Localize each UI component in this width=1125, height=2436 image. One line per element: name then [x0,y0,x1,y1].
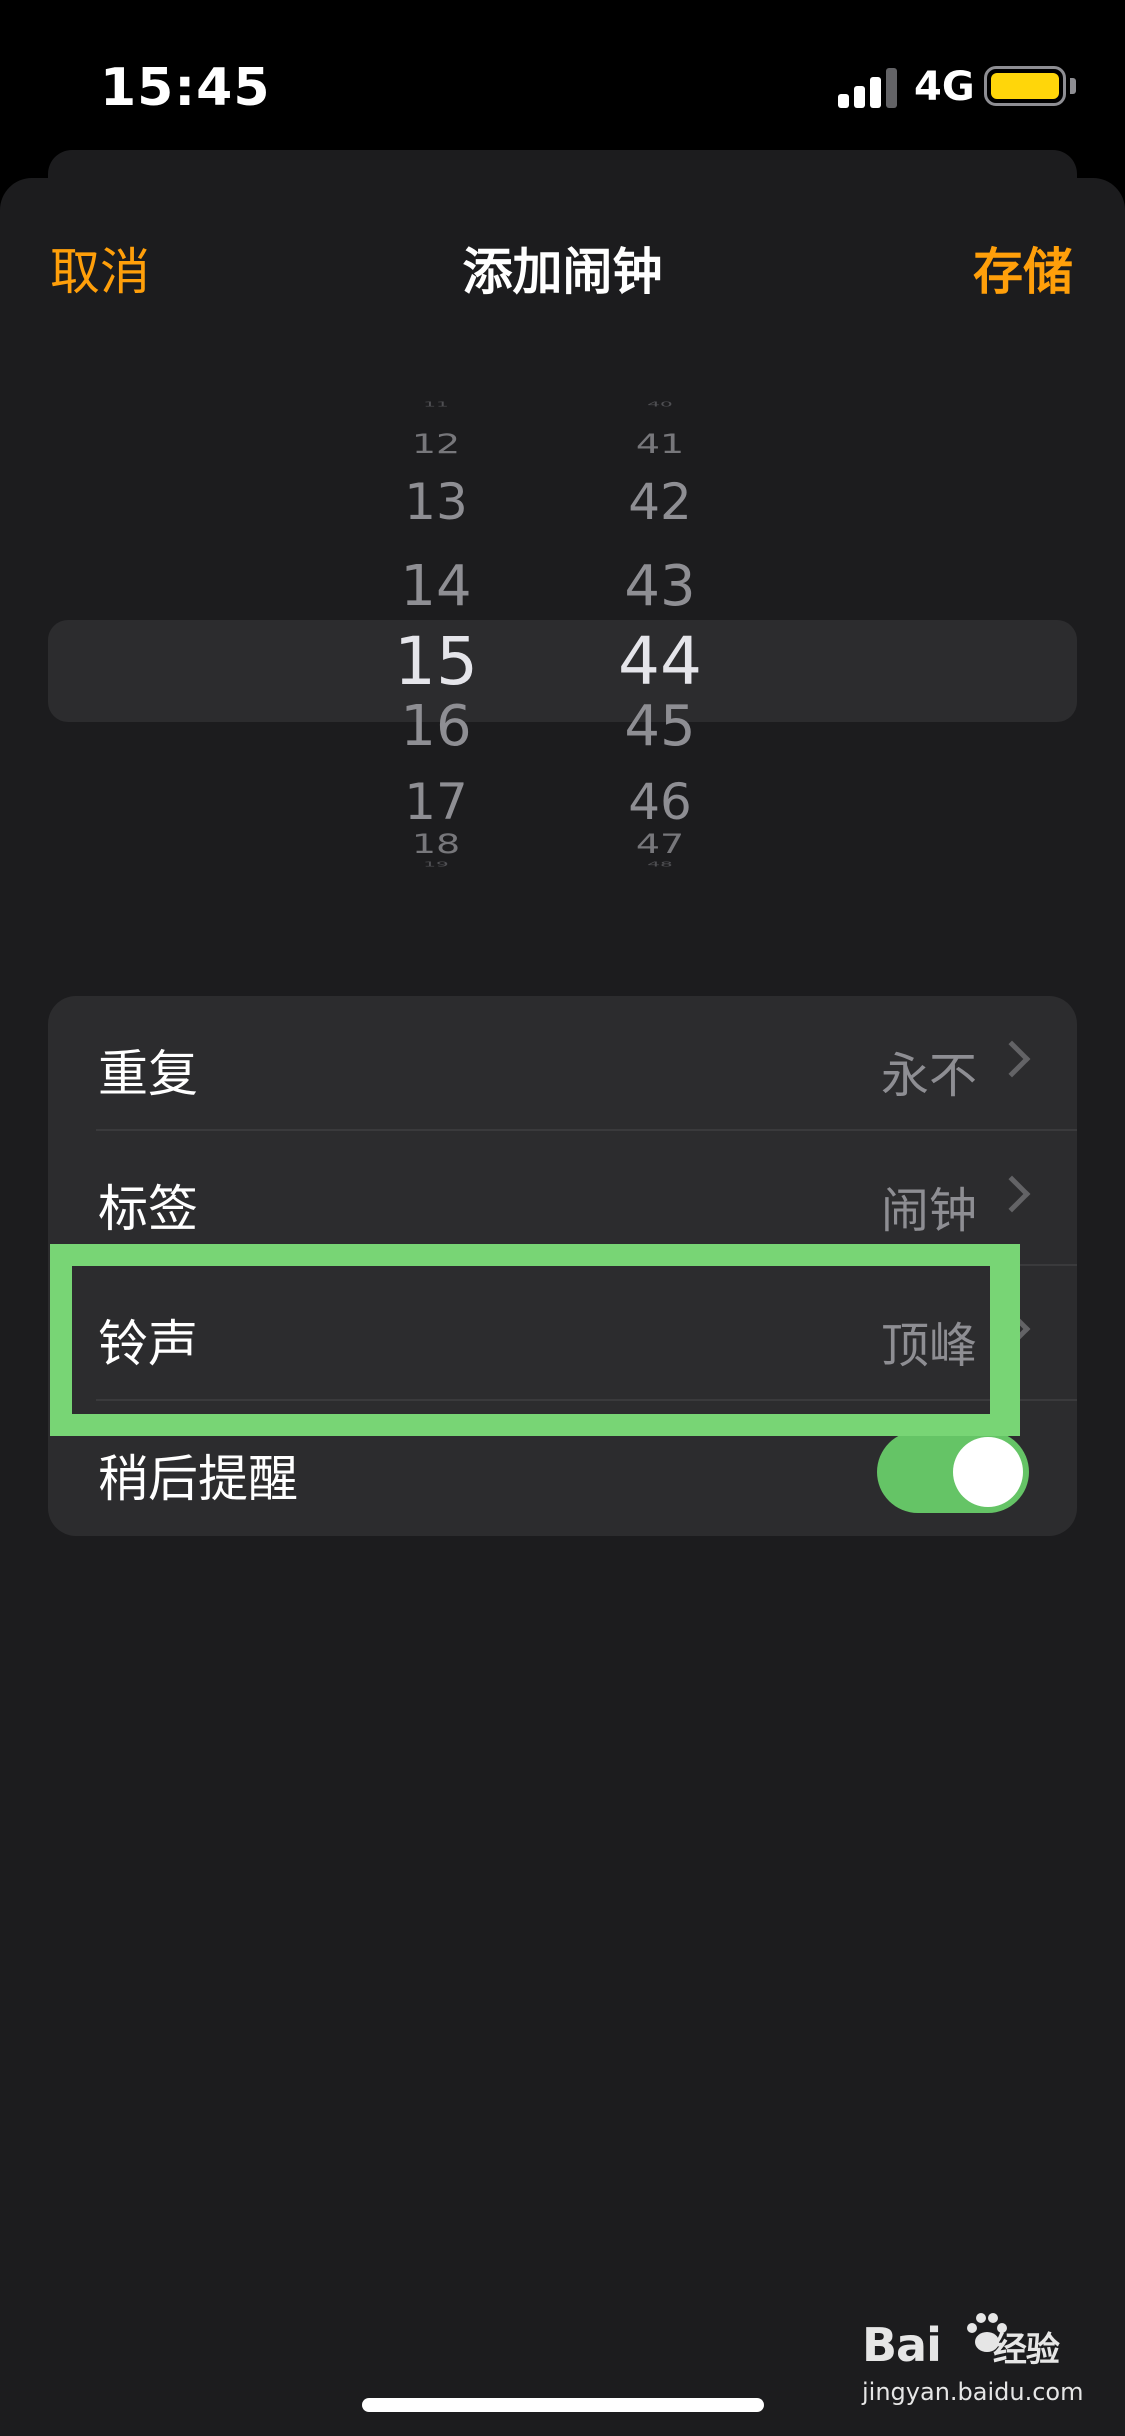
minute-picker[interactable]: 40 41 42 43 44 45 46 47 48 [580,400,740,940]
label-label: 标签 [98,1180,198,1238]
baidu-watermark: Bai 经验 jingyan.baidu.com [862,2313,1083,2410]
picker-minute-item[interactable]: 47 [580,829,740,860]
picker-hour-item[interactable]: 12 [356,429,516,460]
highlight-annotation-box [50,1244,1020,1436]
chevron-right-icon [993,1040,1031,1078]
battery-icon [984,66,1066,106]
cellular-signal-icon [838,66,898,108]
picker-minute-item[interactable]: 48 [580,860,740,868]
picker-hour-item[interactable]: 11 [356,400,516,408]
picker-minute-item[interactable]: 42 [580,472,740,532]
picker-hour-item[interactable]: 16 [356,692,516,762]
toggle-knob [953,1437,1023,1507]
picker-minute-item[interactable]: 41 [580,429,740,460]
battery-cap [1070,78,1076,94]
watermark-site: jingyan.baidu.com [862,2378,1084,2406]
alarm-screen: 15:45 4G 取消 添加闹钟 存储 11 12 13 14 15 16 17… [0,0,1125,2436]
status-time: 15:45 [100,58,271,118]
picker-hour-item[interactable]: 17 [356,772,516,832]
snooze-toggle[interactable] [877,1431,1029,1513]
snooze-label: 稍后提醒 [98,1450,298,1508]
picker-minute-item[interactable]: 43 [580,552,740,622]
hour-picker[interactable]: 11 12 13 14 15 16 17 18 19 [356,400,516,940]
status-bar: 15:45 4G [0,0,1125,150]
picker-minute-item[interactable]: 46 [580,772,740,832]
picker-hour-item[interactable]: 19 [356,860,516,868]
save-button[interactable]: 存储 [973,232,1073,304]
label-value: 闹钟 [880,1183,977,1239]
watermark-brand: Bai 经验 [862,2318,1060,2372]
repeat-label: 重复 [98,1045,198,1103]
chevron-right-icon [993,1175,1031,1213]
picker-hour-item[interactable]: 13 [356,472,516,532]
picker-hour-item[interactable]: 14 [356,552,516,622]
home-indicator[interactable] [362,2398,764,2412]
picker-hour-selected[interactable]: 15 [356,622,516,702]
repeat-value: 永不 [880,1048,977,1104]
page-title: 添加闹钟 [462,243,663,301]
paw-logo-icon [967,2313,1007,2352]
repeat-row[interactable]: 重复 永不 [48,996,1077,1131]
picker-minute-selected[interactable]: 44 [580,622,740,702]
network-type: 4G [914,64,975,110]
picker-minute-item[interactable]: 40 [580,400,740,408]
battery-level [991,73,1059,99]
picker-selection-highlight [48,620,1077,722]
picker-hour-item[interactable]: 18 [356,829,516,860]
picker-minute-item[interactable]: 45 [580,692,740,762]
